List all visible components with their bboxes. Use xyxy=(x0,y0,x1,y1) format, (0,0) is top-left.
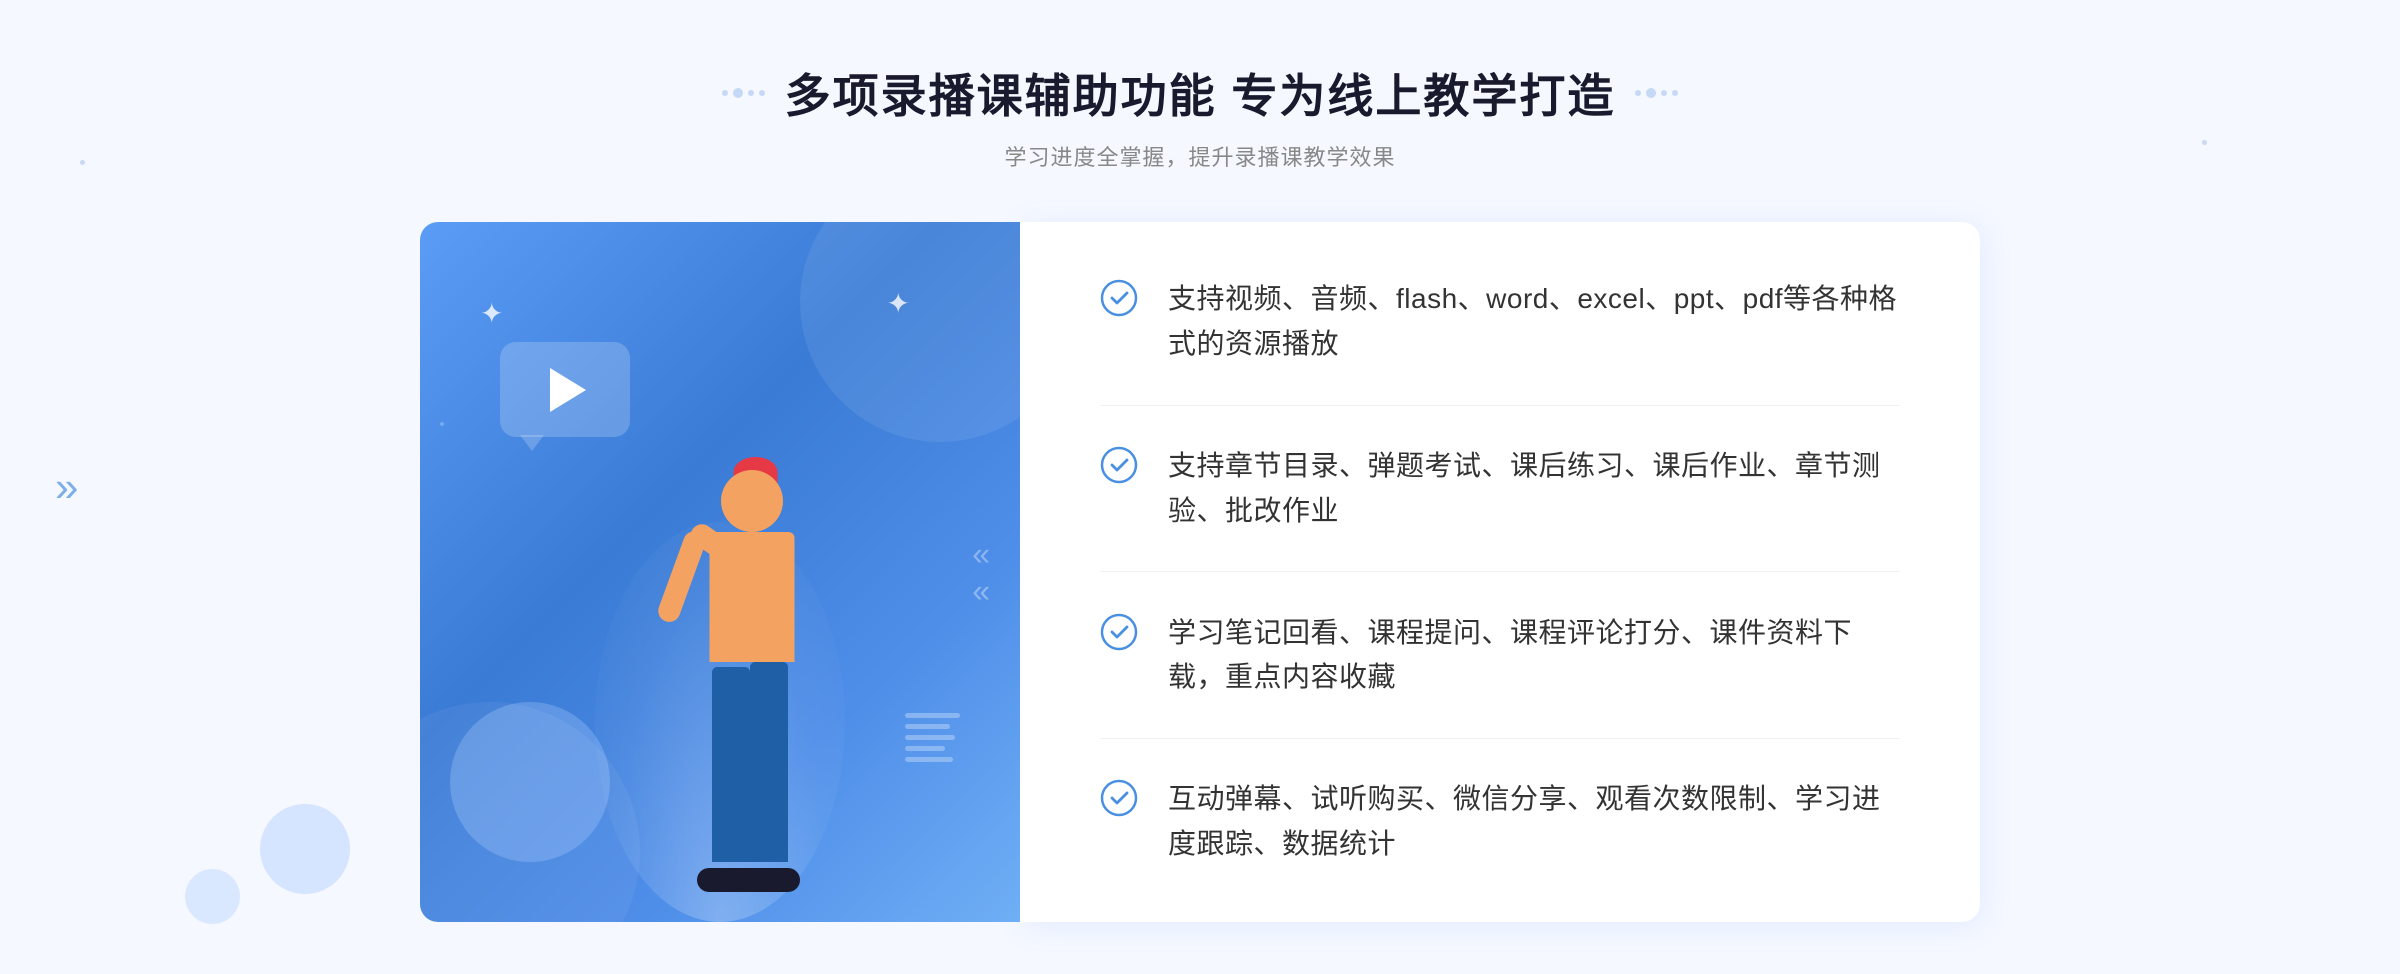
sparkle-icon-1: ✦ xyxy=(480,297,503,330)
feature-text-1: 支持视频、音频、flash、word、excel、ppt、pdf等各种格式的资源… xyxy=(1168,277,1900,367)
feature-divider-2 xyxy=(1100,571,1900,572)
person-arm-left xyxy=(655,528,708,625)
dot-pattern-right: for(let i=0;i<30;i++) document.currentSc… xyxy=(2202,140,2320,237)
feature-item-2: 支持章节目录、弹题考试、课后练习、课后作业、章节测验、批改作业 xyxy=(1100,444,1900,534)
sparkle-icon-2: ✦ xyxy=(887,287,910,320)
play-icon xyxy=(550,368,586,412)
header-deco-left xyxy=(722,88,765,98)
feature-divider-3 xyxy=(1100,738,1900,739)
check-icon-1 xyxy=(1100,279,1138,317)
person-shoe-right xyxy=(748,868,800,892)
person-figure xyxy=(592,402,912,922)
deco-circle-large xyxy=(450,702,610,862)
feature-divider-1 xyxy=(1100,405,1900,406)
check-icon-3 xyxy=(1100,613,1138,651)
feature-item-4: 互动弹幕、试听购买、微信分享、观看次数限制、学习进度跟踪、数据统计 xyxy=(1100,777,1900,867)
check-icon-4 xyxy=(1100,779,1138,817)
header: 多项录播课辅助功能 专为线上教学打造 学习进度全掌握，提升录播课教学效果 xyxy=(722,60,1679,172)
check-icon-2 xyxy=(1100,446,1138,484)
page-title: 多项录播课辅助功能 专为线上教学打造 xyxy=(785,60,1616,126)
bottom-deco-circle-tiny xyxy=(185,869,240,924)
person-leg-right xyxy=(750,662,788,862)
chevron-left-icon: » xyxy=(55,463,78,511)
person-head xyxy=(721,470,783,532)
feature-item-1: 支持视频、音频、flash、word、excel、ppt、pdf等各种格式的资源… xyxy=(1100,277,1900,367)
feature-text-3: 学习笔记回看、课程提问、课程评论打分、课件资料下载，重点内容收藏 xyxy=(1168,611,1900,701)
person-leg-left xyxy=(712,667,750,862)
page-subtitle: 学习进度全掌握，提升录播课教学效果 xyxy=(722,140,1679,172)
bottom-deco-circle-small xyxy=(260,804,350,894)
illustration-panel: for(let i=0;i<36;i++) document.currentSc… xyxy=(420,222,1020,922)
feature-text-2: 支持章节目录、弹题考试、课后练习、课后作业、章节测验、批改作业 xyxy=(1168,444,1900,534)
main-content: for(let i=0;i<36;i++) document.currentSc… xyxy=(420,222,1980,922)
dot-pattern-left: for(let i=0;i<80;i++) document.currentSc… xyxy=(80,160,282,320)
header-deco-right xyxy=(1635,88,1678,98)
page-container: for(let i=0;i<80;i++) document.currentSc… xyxy=(0,0,2400,974)
feature-text-4: 互动弹幕、试听购买、微信分享、观看次数限制、学习进度跟踪、数据统计 xyxy=(1168,777,1900,867)
feature-item-3: 学习笔记回看、课程提问、课程评论打分、课件资料下载，重点内容收藏 xyxy=(1100,611,1900,701)
deco-stripes xyxy=(905,713,960,762)
person-shoe-left xyxy=(697,868,749,892)
illus-chevron-icon: « « xyxy=(972,538,990,607)
feature-panel: 支持视频、音频、flash、word、excel、ppt、pdf等各种格式的资源… xyxy=(1020,222,1980,922)
